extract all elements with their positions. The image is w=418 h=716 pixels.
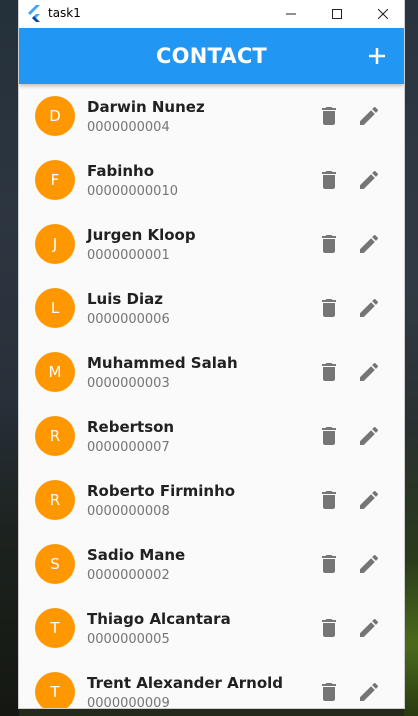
delete-icon[interactable] (317, 168, 341, 192)
contact-phone: 0000000003 (87, 376, 170, 391)
delete-icon[interactable] (317, 360, 341, 384)
contact-name: Fabinho (87, 162, 155, 180)
contact-name: Trent Alexander Arnold (87, 674, 284, 692)
edit-icon[interactable] (357, 680, 381, 704)
contact-name: Luis Diaz (87, 290, 163, 308)
delete-icon[interactable] (317, 680, 341, 704)
contact-list-item[interactable]: F Fabinho 00000000010 (19, 148, 404, 212)
contact-phone: 00000000010 (87, 184, 178, 199)
edit-icon[interactable] (357, 168, 381, 192)
delete-icon[interactable] (317, 488, 341, 512)
contact-list-item[interactable]: J Jurgen Kloop 0000000001 (19, 212, 404, 276)
delete-icon[interactable] (317, 104, 341, 128)
contact-list-item[interactable]: D Darwin Nunez 0000000004 (19, 84, 404, 148)
edit-icon[interactable] (357, 360, 381, 384)
contact-name: Darwin Nunez (87, 98, 205, 116)
avatar: M (35, 352, 75, 392)
contact-list-item[interactable]: R Rebertson 0000000007 (19, 404, 404, 468)
contact-phone: 0000000002 (87, 568, 170, 583)
contact-phone: 0000000005 (87, 632, 170, 647)
contact-name: Rebertson (87, 418, 175, 436)
desktop-background-right (404, 0, 418, 716)
avatar: R (35, 480, 75, 520)
contact-name: Sadio Mane (87, 546, 186, 564)
app-window: task1 CONTACT D Darwin Nunez 0000000004 F Fa… (19, 0, 404, 708)
close-icon (378, 9, 388, 19)
title-bar: task1 (19, 0, 404, 28)
maximize-icon (332, 9, 342, 19)
contact-phone: 0000000007 (87, 440, 170, 455)
edit-icon[interactable] (357, 296, 381, 320)
contact-list-item[interactable]: M Muhammed Salah 0000000003 (19, 340, 404, 404)
contact-name: Muhammed Salah (87, 354, 238, 372)
flutter-logo-icon (28, 5, 40, 22)
avatar: J (35, 224, 75, 264)
minimize-icon (286, 13, 296, 15)
contact-list-item[interactable]: T Thiago Alcantara 0000000005 (19, 596, 404, 660)
edit-icon[interactable] (357, 488, 381, 512)
delete-icon[interactable] (317, 424, 341, 448)
contact-list: D Darwin Nunez 0000000004 F Fabinho 000000000… (19, 84, 404, 708)
avatar: S (35, 544, 75, 584)
close-button[interactable] (360, 0, 404, 28)
delete-icon[interactable] (317, 552, 341, 576)
delete-icon[interactable] (317, 296, 341, 320)
contact-list-item[interactable]: R Roberto Firminho 0000000008 (19, 468, 404, 532)
contact-phone: 0000000009 (87, 696, 170, 708)
app-bar: CONTACT (19, 28, 404, 84)
contact-phone: 0000000001 (87, 248, 170, 263)
contact-phone: 0000000004 (87, 120, 170, 135)
contact-list-item[interactable]: T Trent Alexander Arnold 0000000009 (19, 660, 404, 708)
avatar: R (35, 416, 75, 456)
contact-phone: 0000000008 (87, 504, 170, 519)
add-icon[interactable] (363, 42, 391, 70)
contact-phone: 0000000006 (87, 312, 170, 327)
window-title: task1 (48, 6, 81, 20)
desktop-background-left (0, 0, 19, 716)
delete-icon[interactable] (317, 232, 341, 256)
delete-icon[interactable] (317, 616, 341, 640)
maximize-button[interactable] (314, 0, 360, 28)
avatar: D (35, 96, 75, 136)
page-title: CONTACT (156, 44, 267, 68)
contact-name: Roberto Firminho (87, 482, 236, 500)
minimize-button[interactable] (268, 0, 314, 28)
contact-name: Thiago Alcantara (87, 610, 231, 628)
edit-icon[interactable] (357, 424, 381, 448)
avatar: F (35, 160, 75, 200)
edit-icon[interactable] (357, 616, 381, 640)
edit-icon[interactable] (357, 552, 381, 576)
contact-list-item[interactable]: L Luis Diaz 0000000006 (19, 276, 404, 340)
contact-name: Jurgen Kloop (87, 226, 196, 244)
avatar: T (35, 672, 75, 708)
edit-icon[interactable] (357, 104, 381, 128)
avatar: L (35, 288, 75, 328)
contact-list-item[interactable]: S Sadio Mane 0000000002 (19, 532, 404, 596)
avatar: T (35, 608, 75, 648)
edit-icon[interactable] (357, 232, 381, 256)
